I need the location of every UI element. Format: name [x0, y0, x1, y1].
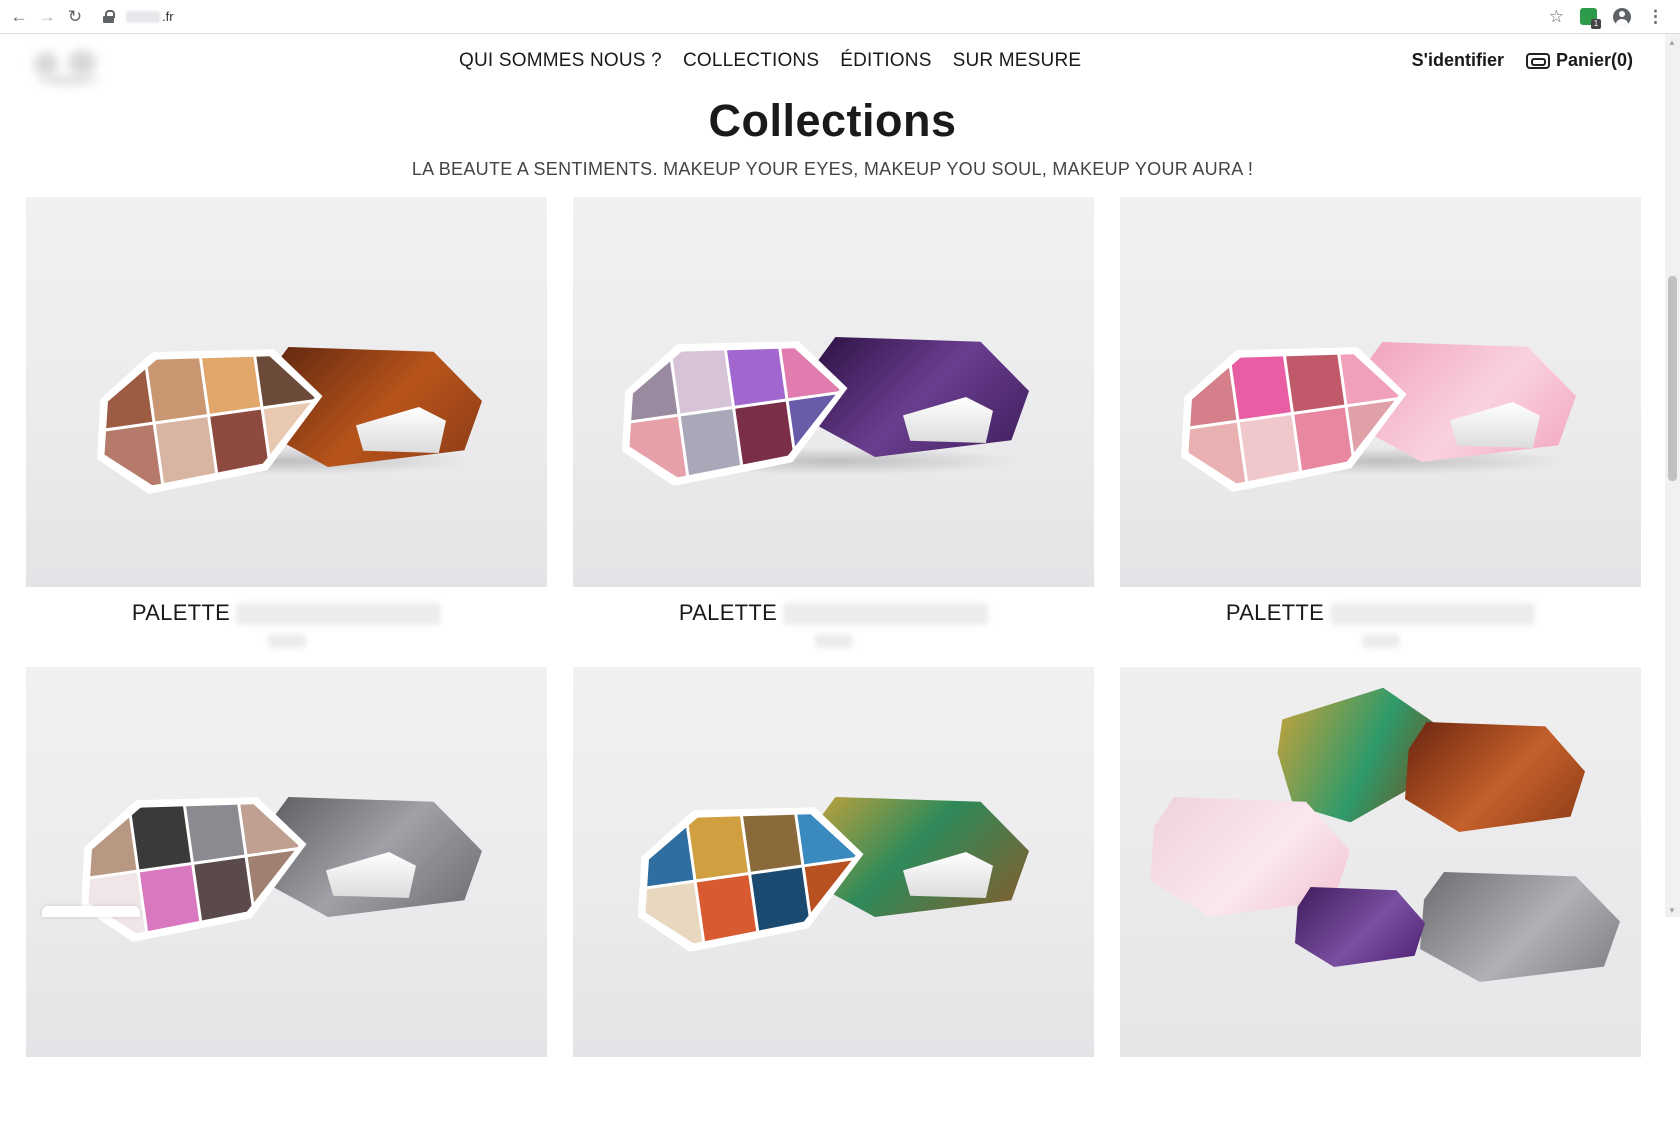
main-nav: QUI SOMMES NOUS ? COLLECTIONS ÉDITIONS S… — [459, 50, 1081, 72]
product-image[interactable] — [1120, 197, 1641, 587]
page-subtitle: LA BEAUTE A SENTIMENTS. MAKEUP YOUR EYES… — [411, 159, 1254, 179]
browser-toolbar: ← → ↻ .fr ☆ 1 ⋮ — [0, 0, 1680, 34]
product-card[interactable] — [1120, 667, 1641, 1137]
cookie-banner-tab[interactable] — [42, 906, 140, 917]
product-price-redacted — [1362, 634, 1400, 648]
scroll-down-icon[interactable]: ▼ — [1668, 906, 1676, 915]
account-area: S'identifier Panier(0) — [1412, 50, 1633, 71]
bookmark-star-icon[interactable]: ☆ — [1549, 7, 1564, 27]
login-link[interactable]: S'identifier — [1412, 50, 1504, 71]
scroll-up-icon[interactable]: ▲ — [1668, 38, 1676, 47]
product-name[interactable]: PALETTE — [1120, 600, 1641, 626]
nav-collections[interactable]: COLLECTIONS — [683, 50, 819, 72]
product-price-redacted — [268, 634, 306, 648]
nav-qui-sommes-nous[interactable]: QUI SOMMES NOUS ? — [459, 50, 662, 72]
site-logo[interactable] — [20, 44, 120, 84]
browser-menu-icon[interactable]: ⋮ — [1647, 7, 1664, 27]
profile-icon[interactable] — [1613, 7, 1631, 26]
reload-icon[interactable]: ↻ — [62, 4, 88, 30]
cart-link[interactable]: Panier(0) — [1525, 50, 1633, 71]
extension-badge: 1 — [1591, 19, 1601, 29]
product-grid: PALETTE PALETTE PALETTE — [26, 197, 1643, 1137]
product-card[interactable]: PALETTE — [26, 197, 547, 667]
site-header: QUI SOMMES NOUS ? COLLECTIONS ÉDITIONS S… — [0, 34, 1665, 92]
palette-lid — [1405, 722, 1585, 832]
page-title: Collections — [708, 95, 957, 146]
product-image[interactable] — [573, 667, 1094, 1057]
url-redacted — [126, 10, 160, 23]
lock-icon — [102, 9, 116, 24]
product-image[interactable] — [26, 667, 547, 1057]
product-image[interactable] — [1120, 667, 1641, 1057]
product-card[interactable]: PALETTE — [1120, 197, 1641, 667]
product-image[interactable] — [573, 197, 1094, 587]
product-card[interactable] — [573, 667, 1094, 1137]
cart-label: Panier(0) — [1555, 50, 1633, 70]
back-arrow-icon[interactable]: ← — [6, 4, 32, 30]
cart-icon — [1525, 52, 1550, 69]
url-text: .fr — [162, 9, 174, 24]
page-scrollbar[interactable]: ▲ ▼ — [1665, 34, 1680, 917]
palette-lid — [1295, 887, 1425, 967]
product-name[interactable]: PALETTE — [26, 600, 547, 626]
product-image[interactable] — [26, 197, 547, 587]
extension-icon[interactable]: 1 — [1580, 8, 1601, 29]
product-price-redacted — [815, 634, 853, 648]
nav-editions[interactable]: ÉDITIONS — [840, 50, 931, 72]
scrollbar-thumb[interactable] — [1668, 276, 1677, 481]
product-card[interactable] — [26, 667, 547, 1137]
product-card[interactable]: PALETTE — [573, 197, 1094, 667]
forward-arrow-icon[interactable]: → — [34, 4, 60, 30]
product-name[interactable]: PALETTE — [573, 600, 1094, 626]
address-bar[interactable]: .fr — [102, 4, 1549, 30]
nav-sur-mesure[interactable]: SUR MESURE — [953, 50, 1082, 72]
palette-lid — [1420, 872, 1620, 982]
